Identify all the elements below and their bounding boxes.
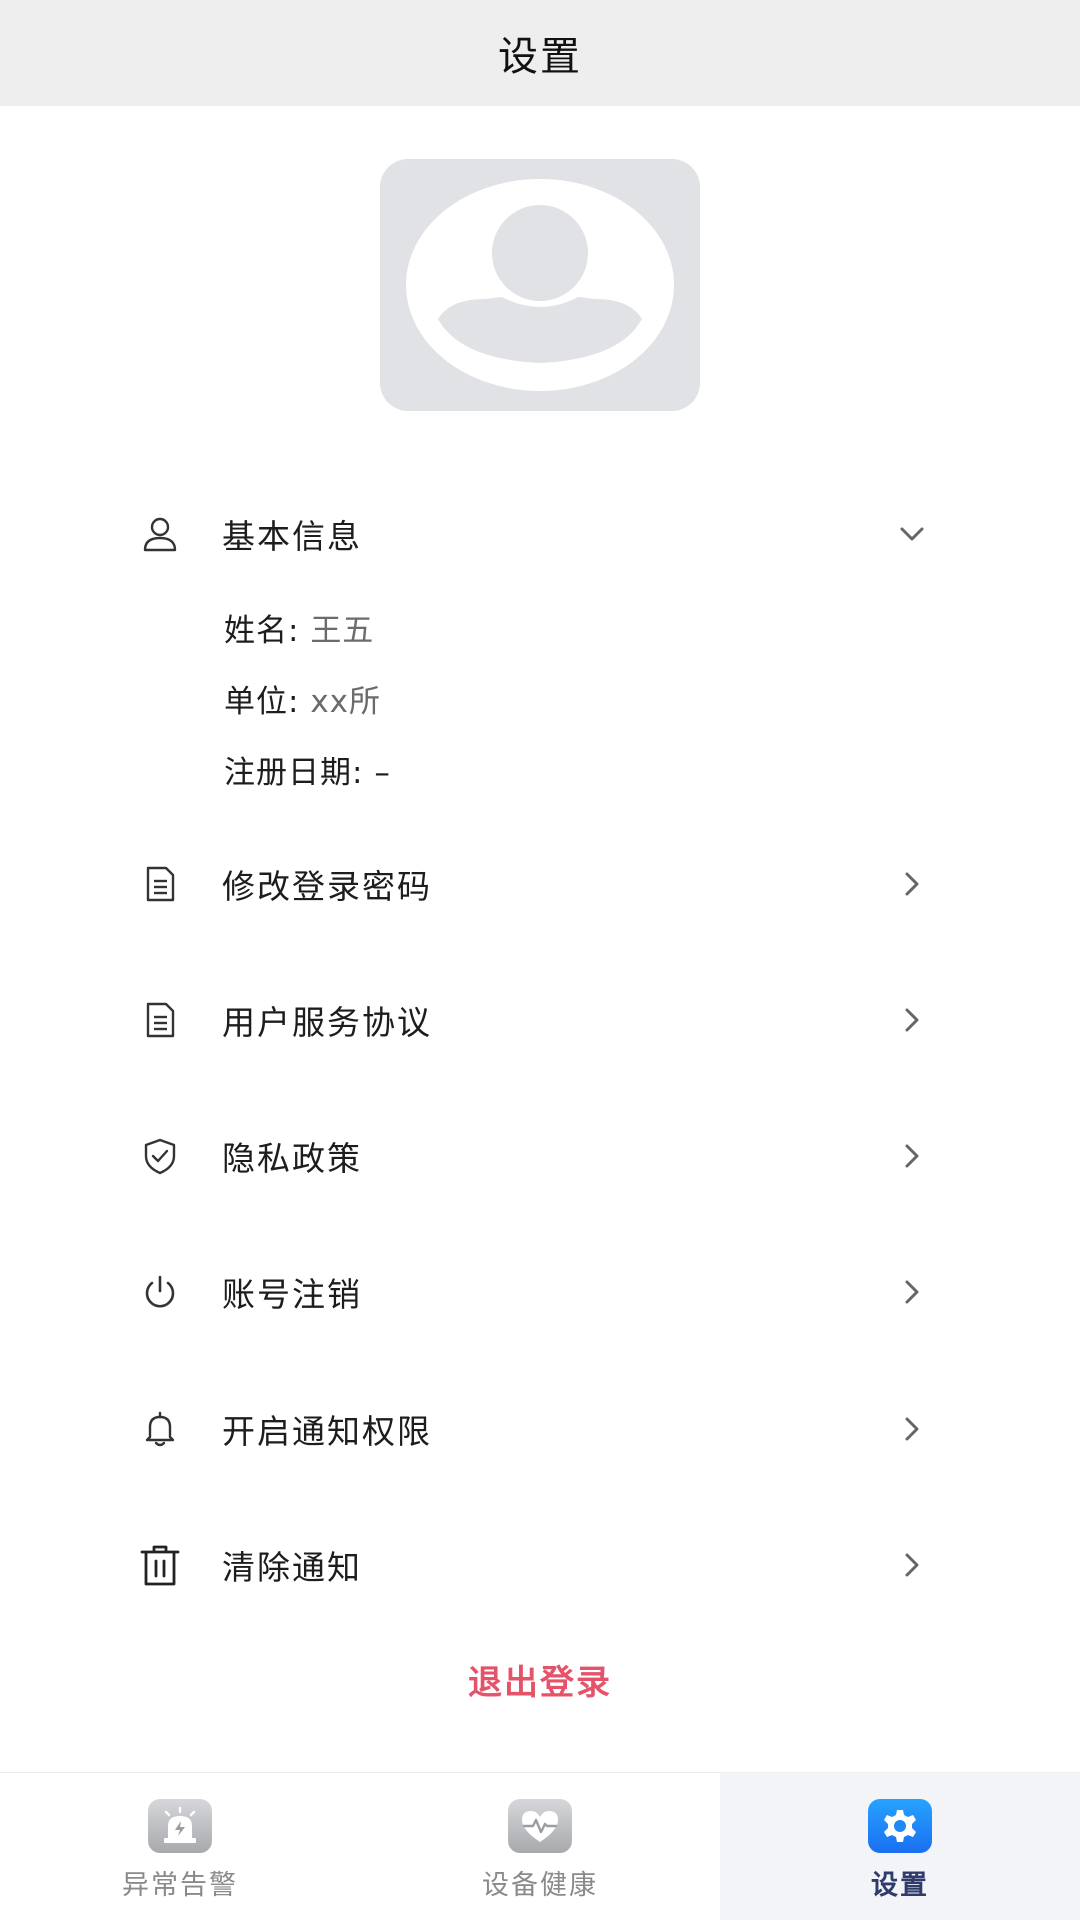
- basic-info-label: 基本信息: [222, 517, 362, 556]
- chevron-right-icon: [894, 1411, 930, 1447]
- menu-item-label: 开启通知权限: [222, 1412, 432, 1451]
- tab-settings[interactable]: 设置: [720, 1773, 1080, 1920]
- menu-item-label: 用户服务协议: [222, 1003, 432, 1042]
- alarm-light-icon: [148, 1799, 212, 1853]
- menu-item-label: 修改登录密码: [222, 867, 432, 906]
- bell-icon: [136, 1405, 184, 1453]
- power-icon: [136, 1268, 184, 1316]
- registration-date-label: 注册日期:: [224, 755, 364, 791]
- registration-date-value: –: [374, 755, 391, 791]
- unit-value: xx所: [310, 684, 382, 720]
- user-icon: [136, 510, 184, 558]
- chevron-down-icon: [894, 516, 930, 552]
- bottom-nav: 异常告警 设备健康 设置: [0, 1772, 1080, 1920]
- trash-icon: [136, 1541, 184, 1589]
- gear-icon: [868, 1799, 932, 1853]
- unit-field: 单位: xx所: [224, 676, 381, 721]
- tab-label: 设备健康: [482, 1870, 598, 1901]
- menu-item-label: 账号注销: [222, 1275, 362, 1314]
- tab-alerts[interactable]: 异常告警: [0, 1773, 360, 1920]
- tab-label: 设置: [871, 1870, 929, 1901]
- chevron-right-icon: [894, 1274, 930, 1310]
- logout-button[interactable]: 退出登录: [0, 1655, 1080, 1704]
- top-bar: 设置: [0, 0, 1080, 106]
- tab-device-health[interactable]: 设备健康: [360, 1773, 720, 1920]
- shield-check-icon: [136, 1132, 184, 1180]
- page-title: 设置: [498, 34, 582, 80]
- chevron-right-icon: [894, 1002, 930, 1038]
- menu-item-privacy-policy[interactable]: 隐私政策: [0, 1106, 1080, 1206]
- avatar[interactable]: [380, 159, 700, 411]
- heart-pulse-icon: [508, 1799, 572, 1853]
- menu-item-label: 清除通知: [222, 1548, 362, 1587]
- user-silhouette-icon: [406, 179, 674, 391]
- name-field: 姓名: 王五: [224, 605, 374, 650]
- name-value: 王五: [310, 613, 375, 649]
- menu-item-label: 隐私政策: [222, 1139, 362, 1178]
- menu-item-user-agreement[interactable]: 用户服务协议: [0, 970, 1080, 1070]
- registration-date-field: 注册日期: –: [224, 747, 391, 792]
- menu-item-clear-notifications[interactable]: 清除通知: [0, 1515, 1080, 1615]
- menu-item-delete-account[interactable]: 账号注销: [0, 1242, 1080, 1342]
- menu-item-notification-permission[interactable]: 开启通知权限: [0, 1379, 1080, 1479]
- chevron-right-icon: [894, 866, 930, 902]
- document-icon: [136, 860, 184, 908]
- menu-item-change-password[interactable]: 修改登录密码: [0, 834, 1080, 934]
- chevron-right-icon: [894, 1547, 930, 1583]
- chevron-right-icon: [894, 1138, 930, 1174]
- unit-label: 单位:: [224, 684, 300, 720]
- tab-label: 异常告警: [122, 1870, 238, 1901]
- name-label: 姓名:: [224, 613, 300, 649]
- document-icon: [136, 996, 184, 1044]
- settings-screen: 设置 基本信息 姓名: 王五 单位: xx所 注册日期: – 修改登录密码 用户…: [0, 0, 1080, 1920]
- basic-info-toggle[interactable]: 基本信息: [0, 484, 1080, 584]
